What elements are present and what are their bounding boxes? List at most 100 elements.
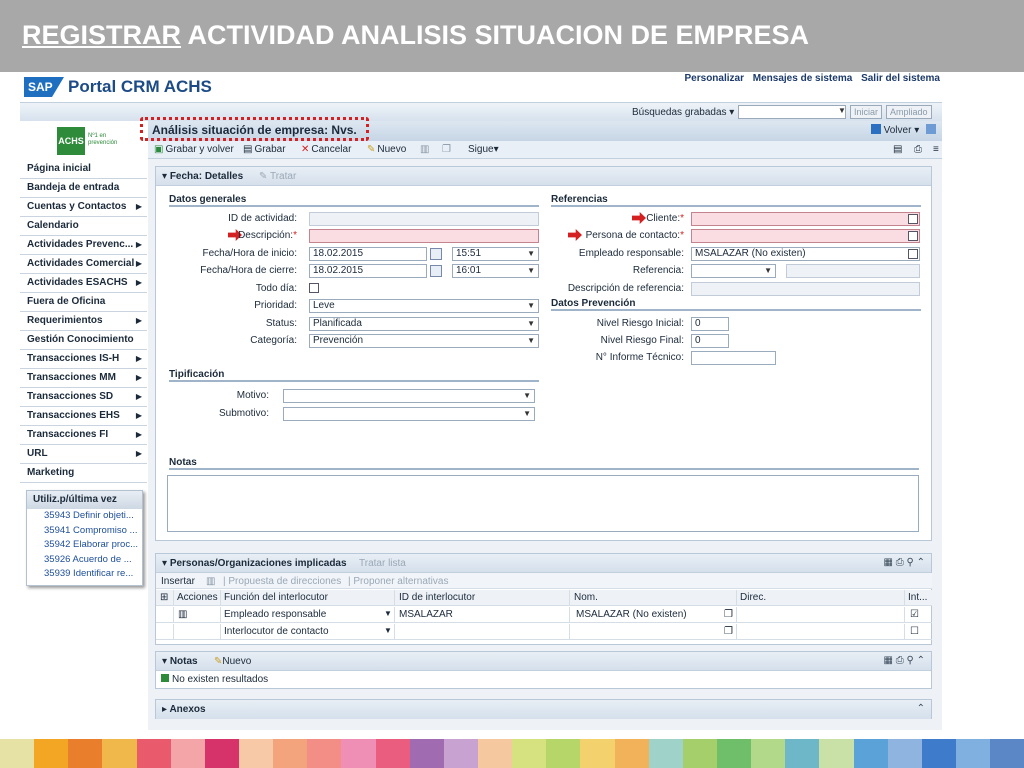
- reason-select[interactable]: ▼: [283, 389, 535, 403]
- calendar-icon[interactable]: [430, 265, 442, 277]
- edit-list-link[interactable]: Tratar lista: [359, 558, 406, 569]
- column-config-icon[interactable]: ⊞: [160, 592, 168, 603]
- sidebar-item[interactable]: Transacciones SD ▶: [20, 388, 147, 407]
- sidebar-item[interactable]: Transacciones MM ▶: [20, 369, 147, 388]
- description-input[interactable]: [309, 229, 539, 243]
- value-help-icon[interactable]: ❐: [724, 626, 733, 637]
- column-header[interactable]: Direc.: [740, 592, 766, 603]
- collapse-icon[interactable]: ⌃: [917, 557, 925, 568]
- value-help-icon[interactable]: [908, 214, 918, 224]
- value-help-icon[interactable]: ❐: [724, 609, 733, 620]
- personalize-icon[interactable]: ⚲: [907, 557, 914, 568]
- risk-final-input[interactable]: 0: [691, 334, 729, 348]
- column-header[interactable]: Nom.: [574, 592, 598, 603]
- partner-function-select[interactable]: Empleado responsable ▼: [224, 609, 392, 620]
- notes-icon[interactable]: ▤: [893, 144, 902, 155]
- status-select[interactable]: Planificada ▼: [309, 317, 539, 331]
- sidebar-item[interactable]: Calendario: [20, 217, 147, 236]
- table-row[interactable]: ▥ Empleado responsable ▼ MSALAZAR MSALAZA…: [156, 607, 932, 623]
- recent-item-link[interactable]: 35942 Elaborar proc...: [27, 538, 142, 553]
- column-header[interactable]: Función del interlocutor: [224, 592, 328, 603]
- edit-details-link[interactable]: ✎ Tratar: [259, 171, 296, 182]
- recent-item-link[interactable]: 35941 Compromiso ...: [27, 524, 142, 539]
- employee-input[interactable]: MSALAZAR (No existen): [691, 247, 920, 261]
- sidebar-item[interactable]: Actividades Comercial ▶: [20, 255, 147, 274]
- insert-button[interactable]: Insertar: [161, 576, 195, 587]
- priority-select[interactable]: Leve ▼: [309, 299, 539, 313]
- save-button[interactable]: ▤ Grabar: [243, 144, 286, 155]
- next-button[interactable]: Sigue▾: [468, 144, 499, 155]
- saved-searches-dropdown[interactable]: Búsquedas grabadas ▾: [632, 107, 734, 118]
- sidebar-item[interactable]: Transacciones EHS ▶: [20, 407, 147, 426]
- delete-icon[interactable]: ▥: [420, 144, 429, 155]
- system-messages-link[interactable]: Mensajes de sistema: [753, 73, 853, 84]
- suggest-addresses-link[interactable]: | Propuesta de direcciones: [223, 576, 341, 587]
- int-checkbox[interactable]: ☐: [910, 626, 919, 637]
- tech-report-input[interactable]: [691, 351, 776, 365]
- sidebar-item[interactable]: Página inicial: [20, 160, 147, 179]
- sidebar-item[interactable]: Transacciones IS-H ▶: [20, 350, 147, 369]
- personalize-link[interactable]: Personalizar: [685, 73, 744, 84]
- notes-textarea[interactable]: [167, 475, 919, 532]
- sidebar-item[interactable]: Bandeja de entrada: [20, 179, 147, 198]
- personalize-icon[interactable]: ⚲: [907, 655, 914, 666]
- start-date-input[interactable]: 18.02.2015: [309, 247, 427, 261]
- print-icon[interactable]: ⎙: [914, 144, 922, 155]
- end-time-select[interactable]: 16:01 ▼: [452, 264, 539, 278]
- collapse-icon[interactable]: ⌃: [917, 655, 925, 666]
- value-help-icon[interactable]: [908, 231, 918, 241]
- attachments-expand-toggle[interactable]: ▸ Anexos: [162, 704, 206, 715]
- partner-function-select[interactable]: Interlocutor de contacto ▼: [224, 626, 392, 637]
- print-icon[interactable]: ⎙: [896, 655, 904, 666]
- menu-icon[interactable]: ≡: [933, 144, 939, 155]
- new-button[interactable]: ✎ Nuevo: [367, 144, 406, 155]
- delete-row-icon[interactable]: ▥: [178, 609, 187, 620]
- sidebar-item[interactable]: Cuentas y Contactos ▶: [20, 198, 147, 217]
- parties-collapse-toggle[interactable]: ▾ Personas/Organizaciones implicadas: [162, 558, 347, 569]
- risk-initial-input[interactable]: 0: [691, 317, 729, 331]
- partner-name[interactable]: MSALAZAR (No existen): [576, 609, 687, 620]
- extended-search-button[interactable]: Ampliado: [886, 105, 932, 119]
- value-help-icon[interactable]: [908, 249, 918, 259]
- int-checkbox[interactable]: ☑: [910, 609, 919, 620]
- all-day-checkbox[interactable]: [309, 283, 319, 293]
- new-note-button[interactable]: ✎Nuevo: [214, 656, 251, 667]
- sidebar-item[interactable]: Transacciones FI ▶: [20, 426, 147, 445]
- back-button[interactable]: Volver ▾: [870, 124, 936, 136]
- calendar-icon[interactable]: [430, 248, 442, 260]
- subreason-select[interactable]: ▼: [283, 407, 535, 421]
- recent-item-link[interactable]: 35943 Definir objeti...: [27, 509, 142, 524]
- table-row[interactable]: Interlocutor de contacto ▼ ❐ ☐: [156, 624, 932, 640]
- sidebar-item[interactable]: Actividades ESACHS ▶: [20, 274, 147, 293]
- print-icon[interactable]: ⎙: [896, 557, 904, 568]
- delete-icon[interactable]: ▥: [206, 576, 215, 587]
- window-icon[interactable]: [926, 124, 936, 134]
- client-input[interactable]: [691, 212, 920, 226]
- column-header[interactable]: Acciones: [177, 592, 218, 603]
- end-date-input[interactable]: 18.02.2015: [309, 264, 427, 278]
- reference-select[interactable]: ▼: [691, 264, 776, 278]
- start-search-button[interactable]: Iniciar: [850, 105, 883, 119]
- chevron-down-icon[interactable]: ▼: [838, 106, 846, 115]
- start-time-select[interactable]: 15:51 ▼: [452, 247, 539, 261]
- partner-id[interactable]: MSALAZAR: [399, 609, 453, 620]
- sidebar-item[interactable]: Marketing: [20, 464, 147, 483]
- sidebar-item[interactable]: Gestión Conocimiento: [20, 331, 147, 350]
- collapse-icon[interactable]: ⌃: [917, 703, 925, 714]
- sidebar-item[interactable]: Actividades Prevenc... ▶: [20, 236, 147, 255]
- cancel-button[interactable]: ✕ Cancelar: [301, 144, 351, 155]
- category-select[interactable]: Prevención ▼: [309, 334, 539, 348]
- copy-icon[interactable]: ❐: [442, 144, 451, 155]
- details-collapse-toggle[interactable]: ▾ Fecha: Detalles: [162, 171, 243, 182]
- logout-link[interactable]: Salir del sistema: [861, 73, 940, 84]
- column-header[interactable]: ID de interlocutor: [399, 592, 475, 603]
- recent-item-link[interactable]: 35926 Acuerdo de ...: [27, 553, 142, 568]
- contact-person-input[interactable]: [691, 229, 920, 243]
- export-icon[interactable]: ▦: [883, 557, 892, 568]
- suggest-alternatives-link[interactable]: | Proponer alternativas: [348, 576, 448, 587]
- column-header[interactable]: Int...: [908, 592, 927, 603]
- saved-search-input[interactable]: [738, 105, 846, 119]
- export-icon[interactable]: ▦: [883, 655, 892, 666]
- sidebar-item[interactable]: URL ▶: [20, 445, 147, 464]
- notes-collapse-toggle[interactable]: ▾ Notas: [162, 656, 198, 667]
